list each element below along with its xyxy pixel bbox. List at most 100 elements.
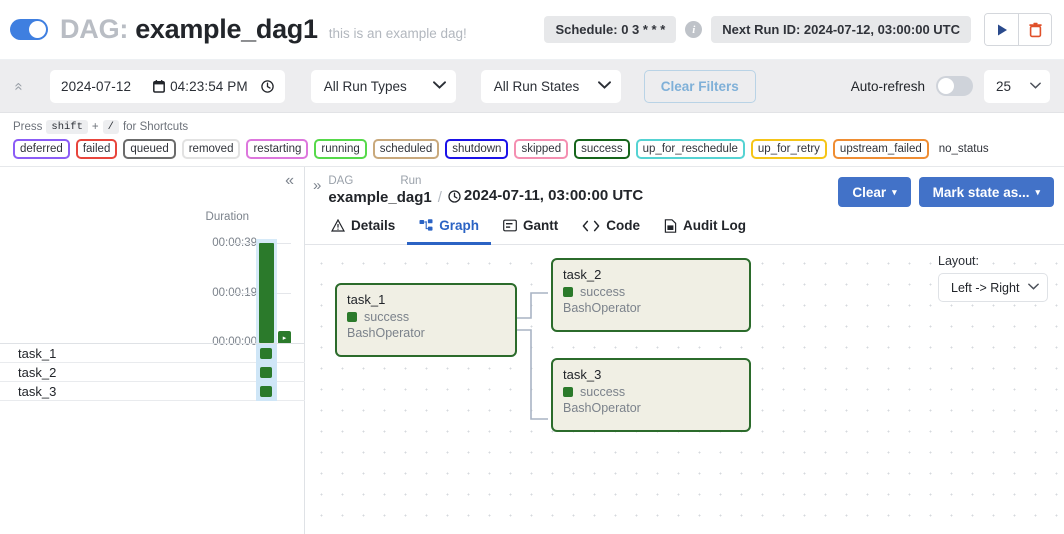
graph-node-task-1[interactable]: task_1 success BashOperator [335, 283, 517, 357]
clear-filters-button[interactable]: Clear Filters [643, 69, 756, 103]
chevron-down-icon [432, 80, 446, 92]
legend-badge-success[interactable]: success [574, 139, 630, 159]
tab-graph[interactable]: Graph [407, 214, 492, 245]
run-actions: Clear ▾ Mark state as... ▾ [838, 177, 1054, 207]
state-legend: deferred failed queued removed restarting run… [13, 139, 1064, 159]
duration-axis-title: Duration [205, 211, 249, 223]
dag-pause-toggle[interactable] [10, 19, 48, 40]
node-state: success [563, 285, 739, 299]
filter-bar: « 2024-07-12 04:23:54 PM All Run Types A… [0, 60, 1064, 113]
main-content: « Duration 00:00:39 00:00:19 00:00:00 ▸ … [0, 166, 1064, 534]
legend-badge-deferred[interactable]: deferred [13, 139, 70, 159]
shortcut-for-label: for Shortcuts [122, 121, 189, 133]
breadcrumb-dag-value[interactable]: example_dag1 [328, 189, 431, 206]
header-actions: Schedule: 0 3 * * * i Next Run ID: 2024-… [544, 13, 1052, 46]
node-state-label: success [580, 285, 626, 299]
legend-badge-running[interactable]: running [314, 139, 367, 159]
warning-triangle-icon [331, 219, 345, 232]
collapse-grid-icon[interactable]: « [285, 173, 294, 189]
tab-gantt-label: Gantt [523, 218, 559, 233]
shortcut-plus: + [91, 121, 99, 133]
node-operator: BashOperator [347, 326, 425, 340]
node-state-label: success [580, 385, 626, 399]
gantt-icon [503, 219, 517, 232]
caret-down-icon: ▾ [892, 186, 897, 197]
breadcrumb-run-label: Run [400, 175, 422, 187]
info-icon[interactable]: i [685, 21, 703, 38]
legend-badge-up-for-reschedule[interactable]: up_for_reschedule [635, 139, 745, 159]
expand-grid-icon[interactable]: » [313, 175, 321, 193]
layout-select[interactable]: Left -> Right [938, 273, 1048, 302]
airflow-dag-page: DAG: example_dag1 this is an example dag… [0, 0, 1064, 534]
tab-code[interactable]: Code [570, 214, 652, 245]
node-state-label: success [364, 310, 410, 324]
breadcrumb: DAG Run example_dag1 / 2024-07-11, 03:00… [328, 175, 643, 206]
legend-badge-shutdown[interactable]: shutdown [445, 139, 509, 159]
legend-no-status: no_status [938, 143, 989, 155]
graph-icon [419, 219, 433, 232]
dag-label: DAG: [60, 14, 129, 44]
chevron-down-icon [597, 80, 611, 92]
graph-node-task-3[interactable]: task_3 success BashOperator [551, 358, 751, 432]
run-type-value: All Run Types [323, 78, 407, 94]
grid-panel: « Duration 00:00:39 00:00:19 00:00:00 ▸ … [0, 167, 305, 534]
task-name: task_3 [18, 383, 57, 399]
document-icon [664, 218, 677, 233]
graph-node-task-2[interactable]: task_2 success BashOperator [551, 258, 751, 332]
table-row[interactable]: task_1 [0, 344, 305, 363]
tab-audit-log-label: Audit Log [683, 218, 747, 233]
tab-details-label: Details [351, 218, 396, 233]
legend-badge-up-for-retry[interactable]: up_for_retry [750, 139, 827, 159]
detail-panel: » DAG Run example_dag1 / 2024-07-11, 03:… [305, 167, 1064, 534]
legend-badge-queued[interactable]: queued [123, 139, 176, 159]
run-state-select[interactable]: All Run States [480, 69, 621, 103]
run-breadcrumb-header: » DAG Run example_dag1 / 2024-07-11, 03:… [305, 167, 1064, 207]
shortcut-key-slash: / [102, 120, 119, 134]
run-count-select[interactable]: 25 [984, 69, 1050, 103]
node-title: task_2 [563, 267, 602, 282]
shortcut-press-label: Press [13, 121, 43, 133]
breadcrumb-separator: / [437, 189, 442, 206]
clock-icon [448, 190, 461, 203]
play-icon [997, 24, 1007, 35]
table-row[interactable]: task_3 [0, 382, 305, 401]
legend-badge-scheduled[interactable]: scheduled [372, 139, 440, 159]
legend-badge-restarting[interactable]: restarting [246, 139, 309, 159]
run-datetime-field[interactable]: 2024-07-12 04:23:54 PM [50, 69, 285, 103]
node-title: task_1 [347, 292, 386, 307]
next-run-pill: Next Run ID: 2024-07-12, 03:00:00 UTC [711, 16, 971, 43]
breadcrumb-run-value: 2024-07-11, 03:00:00 UTC [463, 187, 644, 204]
trash-icon [1028, 22, 1042, 37]
shortcut-hint: Press shift + / for Shortcuts [13, 120, 1064, 134]
code-brackets-icon [582, 220, 600, 232]
collapse-filters-icon[interactable]: « [11, 79, 28, 93]
node-operator: BashOperator [563, 401, 641, 415]
trigger-dag-button[interactable] [985, 14, 1018, 45]
tab-audit-log[interactable]: Audit Log [652, 214, 758, 245]
legend-badge-upstream-failed[interactable]: upstream_failed [832, 139, 929, 159]
graph-canvas[interactable]: Layout: Left -> Right task_1 success Bas… [305, 245, 1064, 534]
mark-state-button[interactable]: Mark state as... ▾ [918, 177, 1054, 207]
task-instance-square[interactable] [260, 367, 272, 378]
status-square-icon [563, 387, 573, 397]
tab-gantt[interactable]: Gantt [491, 214, 570, 245]
task-instance-square[interactable] [260, 348, 272, 359]
tab-details[interactable]: Details [319, 214, 407, 245]
run-type-select[interactable]: All Run Types [310, 69, 456, 103]
legend-badge-removed[interactable]: removed [181, 139, 241, 159]
auto-refresh-toggle[interactable] [936, 76, 973, 96]
status-square-icon [563, 287, 573, 297]
clear-button[interactable]: Clear ▾ [838, 177, 911, 207]
legend-badge-failed[interactable]: failed [75, 139, 118, 159]
task-instance-square[interactable] [260, 386, 272, 397]
dag-title: example_dag1 [135, 14, 318, 44]
delete-dag-button[interactable] [1018, 14, 1051, 45]
breadcrumb-labels: DAG Run [328, 175, 643, 187]
shortcut-key-shift: shift [46, 120, 88, 134]
legend-badge-skipped[interactable]: skipped [514, 139, 569, 159]
table-row[interactable]: task_2 [0, 363, 305, 382]
legend-zone: Press shift + / for Shortcuts deferred fa… [0, 113, 1064, 166]
calendar-icon [153, 79, 166, 93]
node-title: task_3 [563, 367, 602, 382]
duration-bar[interactable] [259, 243, 274, 343]
